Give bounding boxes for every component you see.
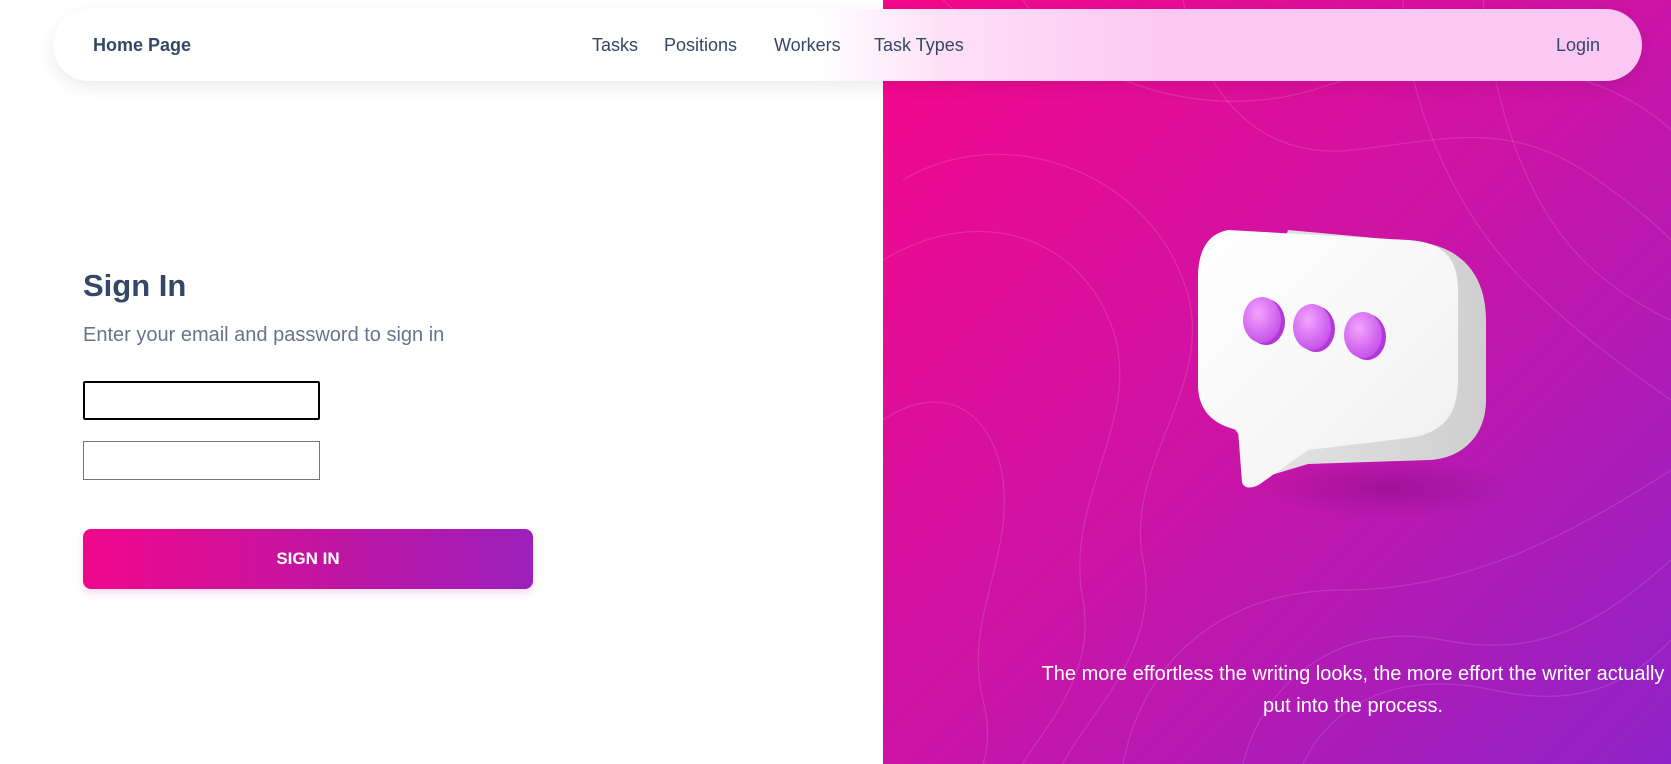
nav-link-positions[interactable]: Positions xyxy=(664,9,737,81)
home-page-link[interactable]: Home Page xyxy=(93,9,191,81)
hero-quote: The more effortless the writing looks, t… xyxy=(1041,663,1665,717)
email-field[interactable] xyxy=(83,381,320,420)
password-field[interactable] xyxy=(83,441,320,480)
nav-link-task-types[interactable]: Task Types xyxy=(874,9,964,81)
page-title: Sign In xyxy=(83,268,187,303)
chat-bubble-icon xyxy=(1198,230,1508,518)
page-subtitle: Enter your email and password to sign in xyxy=(83,324,445,346)
hero-panel: The more effortless the writing looks, t… xyxy=(883,0,1671,764)
nav-link-tasks[interactable]: Tasks xyxy=(592,9,638,81)
top-navbar: Home Page Tasks Positions Workers Task T… xyxy=(53,9,1642,81)
login-link[interactable]: Login xyxy=(1556,9,1600,81)
sign-in-button[interactable]: SIGN IN xyxy=(83,529,533,589)
sign-in-page: The more effortless the writing looks, t… xyxy=(0,0,1671,764)
nav-link-workers[interactable]: Workers xyxy=(774,9,841,81)
